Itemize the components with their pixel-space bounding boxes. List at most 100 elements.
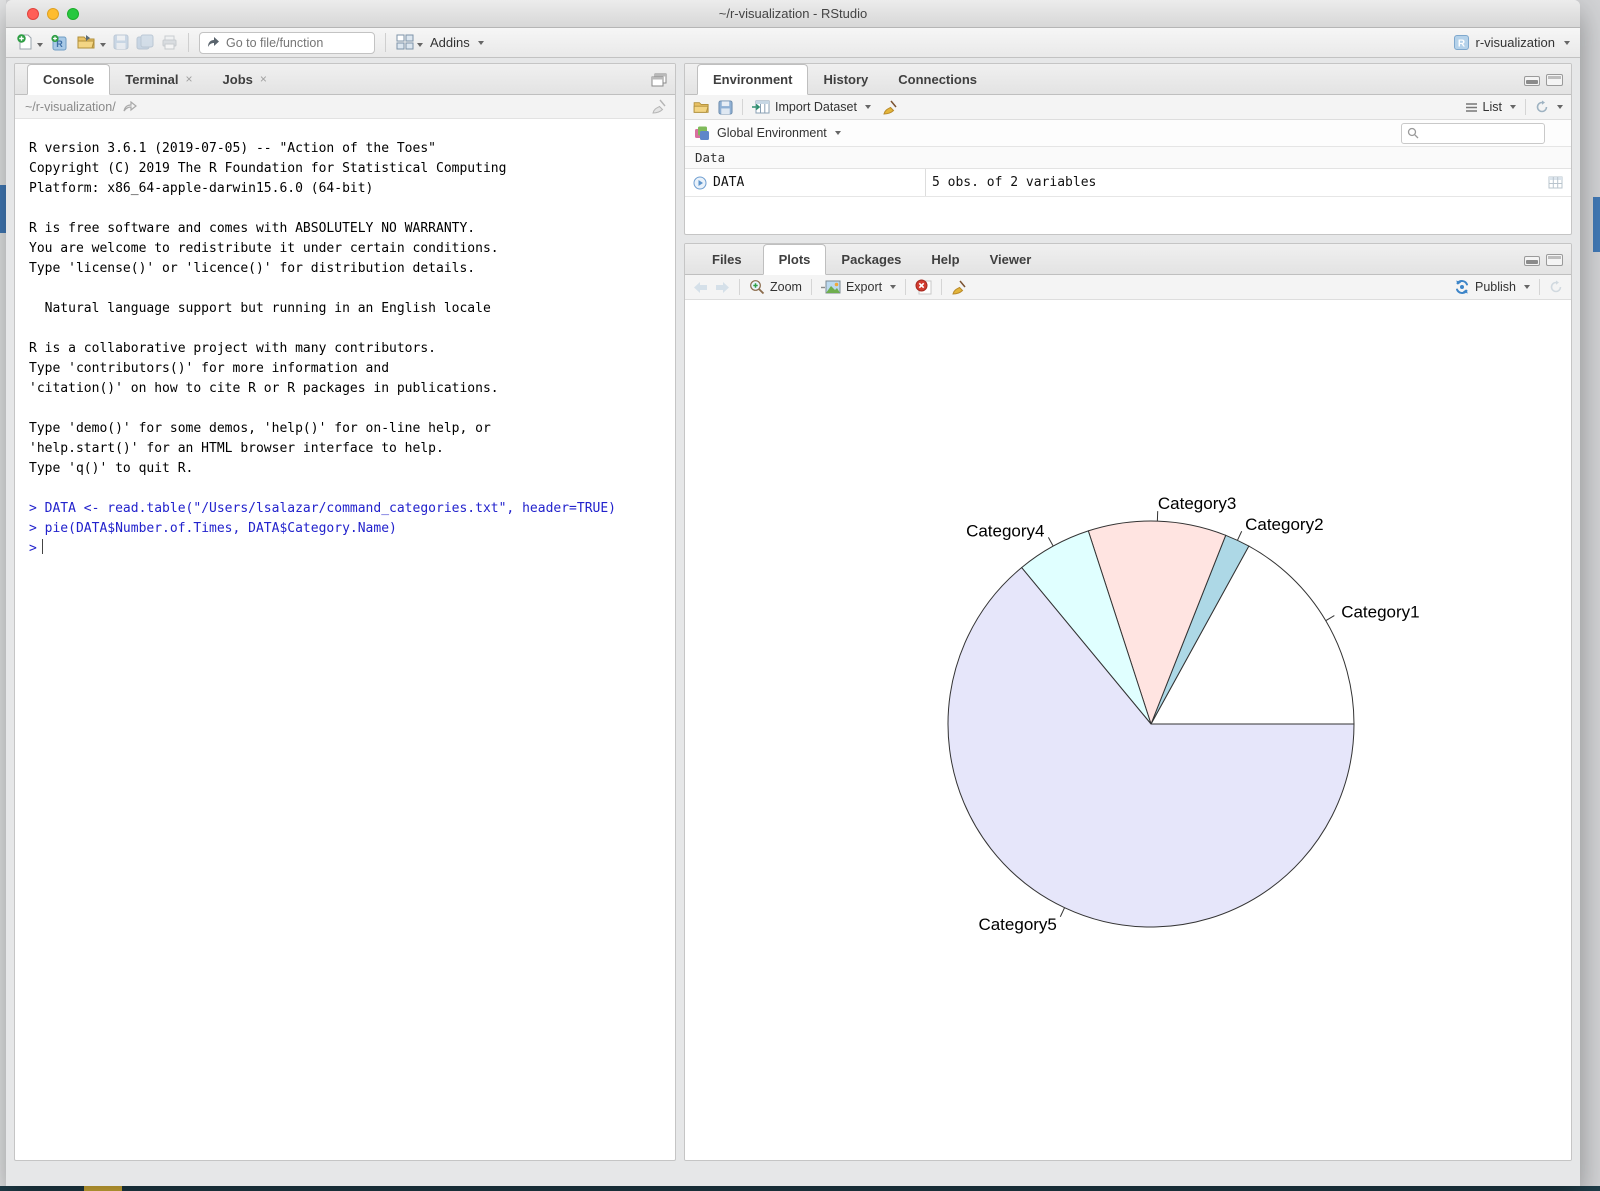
text-cursor <box>42 539 44 554</box>
tab-connections[interactable]: Connections <box>883 64 992 94</box>
previous-plot-button[interactable] <box>693 280 708 294</box>
environment-tabbar: Environment History Connections <box>685 64 1571 95</box>
chevron-down-icon <box>1524 285 1530 289</box>
tab-console[interactable]: Console <box>27 64 110 95</box>
toolbar-separator <box>188 33 189 52</box>
new-project-icon: R <box>50 33 70 52</box>
export-plot-button[interactable]: Export <box>821 280 896 295</box>
broom-icon <box>882 100 898 115</box>
pie-label: Category2 <box>1245 515 1323 534</box>
plots-toolbar: Zoom Export <box>685 275 1571 300</box>
tab-viewer[interactable]: Viewer <box>975 244 1047 274</box>
list-icon <box>1465 102 1478 113</box>
restore-pane-icon[interactable] <box>651 73 667 87</box>
broom-icon <box>951 280 967 295</box>
maximize-pane-icon[interactable] <box>1546 254 1563 266</box>
environment-pane: Environment History Connections <box>684 63 1572 235</box>
environment-search-box[interactable] <box>1401 123 1545 144</box>
background-window-fragment <box>1593 197 1600 252</box>
environment-toolbar: Import Dataset List <box>685 95 1571 120</box>
environment-scope-selector[interactable]: Global Environment <box>717 126 841 140</box>
tab-help[interactable]: Help <box>916 244 974 274</box>
tab-files[interactable]: Files <box>697 244 757 274</box>
working-directory-path: ~/r-visualization/ <box>25 100 116 114</box>
new-file-icon <box>16 33 34 51</box>
print-icon <box>161 34 178 50</box>
environment-object-row[interactable]: DATA 5 obs. of 2 variables <box>685 169 1571 197</box>
jump-to-directory-icon[interactable] <box>123 101 137 113</box>
console-tabbar: Console Terminal × Jobs × <box>15 64 675 95</box>
toolbar-separator <box>941 279 942 295</box>
remove-plot-button[interactable] <box>915 279 932 295</box>
console-prompt-line[interactable]: > <box>29 539 663 559</box>
import-dataset-button[interactable]: Import Dataset <box>752 100 871 114</box>
publish-plot-button[interactable]: Publish <box>1454 279 1530 295</box>
toolbar-separator <box>739 279 740 295</box>
new-file-button[interactable] <box>16 33 43 51</box>
tab-packages[interactable]: Packages <box>826 244 916 274</box>
clear-all-plots-button[interactable] <box>951 279 967 294</box>
view-data-icon[interactable] <box>1548 175 1563 190</box>
chevron-down-icon <box>1510 105 1516 109</box>
zoom-plot-button[interactable]: Zoom <box>749 279 802 295</box>
toolbar-separator <box>905 279 906 295</box>
plots-pane: Files Plots Packages Help Viewer <box>684 243 1572 1161</box>
next-plot-button[interactable] <box>715 280 730 294</box>
back-arrow-icon <box>693 281 708 294</box>
close-icon[interactable]: × <box>186 72 193 86</box>
addins-menu-button[interactable]: Addins <box>430 35 484 50</box>
pane-layout-icon <box>396 34 414 50</box>
close-icon[interactable]: × <box>260 72 267 86</box>
expand-object-icon[interactable] <box>693 176 707 190</box>
save-all-button[interactable] <box>136 34 154 52</box>
pie-label-tick <box>1237 531 1241 540</box>
save-button[interactable] <box>113 34 129 52</box>
environment-view-list-button[interactable]: List <box>1465 100 1516 114</box>
minimize-pane-icon[interactable] <box>1524 256 1540 266</box>
console-pane: Console Terminal × Jobs × ~/r-visualizat… <box>14 63 676 1161</box>
tab-plots[interactable]: Plots <box>763 244 827 275</box>
pane-layout-button[interactable] <box>396 34 423 52</box>
chevron-down-icon <box>417 43 423 47</box>
plot-display-area: Category1Category2Category3Category4Cate… <box>685 300 1571 1160</box>
tab-environment[interactable]: Environment <box>697 64 808 95</box>
goto-file-input[interactable] <box>226 36 356 50</box>
console-startup-output: R version 3.6.1 (2019-07-05) -- "Action … <box>29 139 663 479</box>
tab-terminal[interactable]: Terminal × <box>110 64 207 94</box>
goto-file-search[interactable] <box>199 32 375 54</box>
save-icon <box>113 34 129 50</box>
background-fragment <box>84 1186 122 1191</box>
save-all-icon <box>136 34 154 50</box>
environment-scope-row: Global Environment <box>685 120 1571 147</box>
open-file-button[interactable] <box>77 34 106 52</box>
print-button[interactable] <box>161 34 178 52</box>
clear-environment-button[interactable] <box>882 99 898 114</box>
import-dataset-icon <box>752 100 770 114</box>
main-toolbar: R <box>6 28 1580 58</box>
tab-jobs[interactable]: Jobs × <box>208 64 282 94</box>
save-workspace-icon[interactable] <box>718 100 733 115</box>
goto-arrow-icon <box>207 36 220 49</box>
load-workspace-icon[interactable] <box>693 100 711 114</box>
new-project-button[interactable]: R <box>50 33 70 52</box>
toolbar-separator <box>385 33 386 52</box>
chevron-down-icon <box>835 131 841 135</box>
pie-label-tick <box>1048 537 1053 546</box>
project-menu-button[interactable]: R r-visualization <box>1453 34 1570 51</box>
minimize-pane-icon[interactable] <box>1524 76 1540 86</box>
tab-history[interactable]: History <box>808 64 883 94</box>
clear-console-icon[interactable] <box>651 99 667 114</box>
pie-label-tick <box>1060 908 1064 917</box>
title-bar: ~/r-visualization - RStudio <box>6 0 1580 28</box>
environment-section-header: Data <box>685 147 1571 169</box>
chevron-down-icon <box>37 43 43 47</box>
refresh-environment-button[interactable] <box>1535 100 1563 114</box>
rstudio-window: ~/r-visualization - RStudio R <box>6 0 1580 1186</box>
maximize-pane-icon[interactable] <box>1546 74 1563 86</box>
pie-label: Category3 <box>1158 494 1236 513</box>
console-output-area[interactable]: R version 3.6.1 (2019-07-05) -- "Action … <box>15 119 675 559</box>
global-environment-icon <box>694 125 710 141</box>
chevron-down-icon <box>478 41 484 45</box>
r-project-icon: R <box>1453 34 1470 51</box>
refresh-plot-button[interactable] <box>1549 280 1563 295</box>
